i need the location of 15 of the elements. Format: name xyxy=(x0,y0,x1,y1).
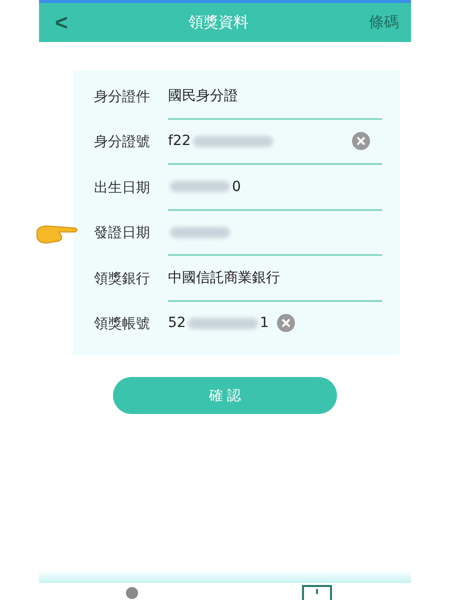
field-label: 發證日期 xyxy=(94,224,151,242)
person-icon[interactable] xyxy=(126,587,138,600)
input-field[interactable]: f22 xyxy=(168,120,382,165)
field-label: 領獎帳號 xyxy=(94,315,151,334)
page-title: 領獎資料 xyxy=(188,13,248,32)
input-field[interactable]: 中國信託商業銀行 xyxy=(168,256,382,302)
input-field[interactable]: 52 1 xyxy=(168,302,382,347)
input-field[interactable]: 0 xyxy=(168,165,382,210)
field-label: 身分證件 xyxy=(94,88,151,106)
field-label: 出生日期 xyxy=(94,178,151,197)
clear-icon[interactable] xyxy=(276,314,295,332)
clear-icon[interactable] xyxy=(352,132,370,150)
field-label: 領獎銀行 xyxy=(94,270,151,288)
input-field[interactable]: 國民身分證 xyxy=(168,74,382,120)
field-label: 身分證號 xyxy=(94,133,151,152)
